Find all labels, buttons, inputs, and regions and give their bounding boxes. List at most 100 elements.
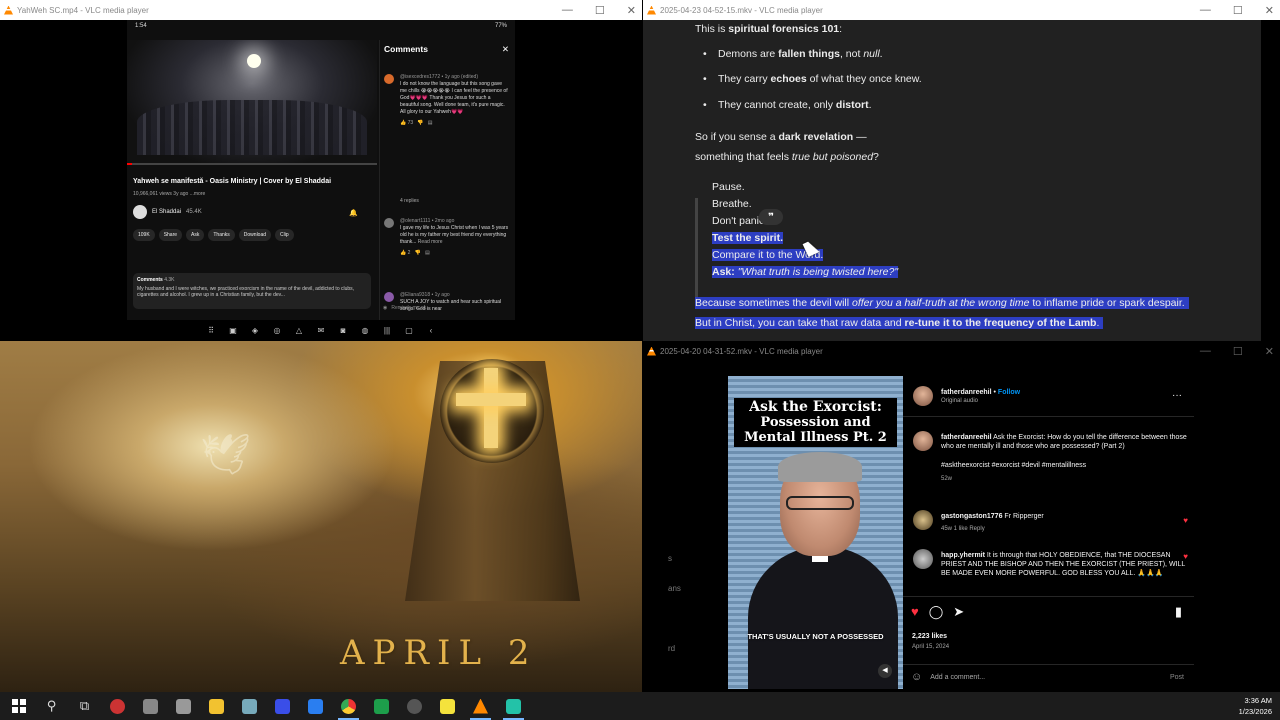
avatar[interactable] [913, 386, 933, 406]
comment-likes[interactable]: 2 [408, 250, 411, 256]
app-icon[interactable] [398, 692, 431, 720]
video-player[interactable] [127, 40, 377, 165]
title-bar[interactable]: 2025-04-23 04-52-15.mkv - VLC media play… [643, 0, 1280, 20]
avatar[interactable] [913, 431, 933, 451]
app-icon[interactable] [134, 692, 167, 720]
taskbar: ⚲ ⧉ 3:36 AM 1/23/2026 [0, 692, 1280, 720]
comment-likes[interactable]: 73 [408, 120, 414, 126]
app-icon[interactable] [167, 692, 200, 720]
heart-icon[interactable]: ♥ [1183, 552, 1188, 561]
title-bar[interactable]: YahWeh SC.mp4 - VLC media player — ☐ ✕ [0, 0, 642, 20]
app-icon[interactable] [101, 692, 134, 720]
video-meta[interactable]: 10,966,061 views 3y ago ...more [133, 191, 205, 197]
scrollbar[interactable] [1261, 20, 1280, 341]
search-icon[interactable]: ⚲ [35, 692, 68, 720]
comment-meta[interactable]: 45w 1 like Reply [941, 525, 1189, 534]
share-icon[interactable]: ➤ [953, 604, 964, 620]
minimize-button[interactable]: — [562, 4, 573, 16]
comments-preview[interactable]: Comments 4.3K My husband and I were witc… [133, 273, 371, 309]
heart-icon[interactable]: ♥ [1183, 516, 1188, 525]
caption-username[interactable]: fatherdanreehil [941, 434, 992, 441]
app-icon[interactable]: ✉ [315, 326, 327, 335]
comment-item[interactable]: @isexcedres1772 • 1y ago (edited) I do n… [384, 74, 509, 127]
comment-icon[interactable]: ◯ [929, 604, 944, 620]
close-button[interactable]: ✕ [1265, 4, 1274, 17]
sound-icon[interactable]: ◀ [878, 664, 892, 678]
thanks-button[interactable]: Thanks [208, 229, 235, 241]
file-explorer-icon[interactable] [200, 692, 233, 720]
ask-button[interactable]: Ask [186, 229, 205, 241]
comment-username[interactable]: gastongaston1776 [941, 513, 1002, 520]
like-heart-icon[interactable]: ♥ [911, 604, 919, 620]
app-icon[interactable] [365, 692, 398, 720]
recents-icon[interactable]: ||| [381, 326, 393, 335]
add-comment-input[interactable]: Add a comment... [930, 674, 985, 681]
app-icon[interactable]: ◈ [249, 326, 261, 335]
title-bar[interactable]: 2025-04-20 04-31-52.mkv - VLC media play… [643, 341, 1280, 361]
system-clock[interactable]: 3:36 AM 1/23/2026 [1239, 695, 1272, 717]
like-button[interactable]: 109K [133, 229, 155, 241]
apps-icon[interactable]: ⠿ [205, 326, 217, 335]
read-more-link[interactable]: Read more [418, 239, 443, 245]
avatar[interactable] [913, 549, 933, 569]
post-sidebar: fatherdanreehil • Follow Original audio … [903, 376, 1194, 689]
reel-video[interactable]: Ask the Exorcist: Possession and Mental … [728, 376, 903, 689]
video-progress[interactable] [127, 163, 377, 165]
app-icon[interactable]: ◍ [359, 326, 371, 335]
reply-input[interactable]: ◉ Reminds me of... [379, 300, 515, 316]
avatar[interactable] [913, 510, 933, 530]
download-button[interactable]: Download [238, 229, 272, 241]
share-button[interactable]: Share [158, 229, 183, 241]
username[interactable]: fatherdanreehil [941, 389, 992, 396]
app-icon[interactable] [233, 692, 266, 720]
minimize-button[interactable]: — [1200, 345, 1211, 357]
hashtags[interactable]: #asktheexorcist #exorcist #devil #mental… [941, 461, 1189, 470]
maximize-button[interactable]: ☐ [595, 4, 605, 17]
windows-start-icon[interactable] [2, 692, 35, 720]
maximize-button[interactable]: ☐ [1233, 4, 1243, 17]
audio-label[interactable]: Original audio [941, 397, 1189, 406]
text-bold: Ask: [712, 266, 738, 278]
vlc-window-article[interactable]: 2025-04-23 04-52-15.mkv - VLC media play… [643, 0, 1280, 341]
close-button[interactable]: ✕ [1265, 345, 1274, 358]
app-icon[interactable] [497, 692, 530, 720]
app-icon[interactable]: ◙ [337, 326, 349, 335]
post-button[interactable]: Post [1170, 674, 1184, 681]
comment-username[interactable]: happ.yhermit [941, 552, 985, 559]
maximize-button[interactable]: ☐ [1233, 345, 1243, 358]
close-button[interactable]: ✕ [627, 4, 636, 17]
back-icon[interactable]: ‹ [425, 326, 437, 335]
emoji-icon[interactable]: ☺ [911, 671, 922, 683]
vlc-icon[interactable] [464, 692, 497, 720]
channel-name[interactable]: El Shaddai [152, 209, 181, 215]
bookmark-icon[interactable]: ▮ [1175, 604, 1182, 620]
text-italic: true but poisoned [791, 151, 874, 163]
channel-avatar[interactable] [133, 205, 147, 219]
comment-item[interactable]: @olenart1111 • 2mo ago I gave my life to… [384, 218, 509, 257]
clip-button[interactable]: Clip [275, 229, 294, 241]
quote-button[interactable]: ❞ [759, 209, 783, 225]
app-icon[interactable] [299, 692, 332, 720]
app-icon[interactable]: ▣ [227, 326, 239, 335]
minimize-button[interactable]: — [1200, 4, 1211, 16]
bell-icon[interactable]: 🔔 [349, 209, 358, 217]
likes-count[interactable]: 2,223 likes [912, 632, 1160, 641]
follow-button[interactable]: Follow [998, 389, 1020, 396]
video-title[interactable]: Yahweh se manifestă - Oasis Ministry | C… [133, 178, 373, 185]
text: . [1096, 317, 1100, 329]
home-icon[interactable]: ▢ [403, 326, 415, 335]
chrome-icon[interactable] [332, 692, 365, 720]
close-icon[interactable]: ✕ [502, 44, 509, 58]
painting-video[interactable]: 🕊 APRIL 2 [0, 341, 642, 692]
vlc-window-reel[interactable]: 2025-04-20 04-31-52.mkv - VLC media play… [643, 341, 1280, 692]
more-icon[interactable]: ··· [1172, 390, 1182, 401]
task-view-icon[interactable]: ⧉ [68, 692, 101, 720]
app-icon[interactable] [266, 692, 299, 720]
app-icon[interactable]: ◎ [271, 326, 283, 335]
vlc-window-phone[interactable]: YahWeh SC.mp4 - VLC media player — ☐ ✕ 1… [0, 0, 642, 341]
replies-link[interactable]: 4 replies [400, 198, 525, 205]
channel-row[interactable]: El Shaddai 45.4K [133, 205, 202, 219]
reply-placeholder[interactable]: Reminds me of... [391, 305, 429, 311]
sticky-notes-icon[interactable] [431, 692, 464, 720]
app-icon[interactable]: △ [293, 326, 305, 335]
